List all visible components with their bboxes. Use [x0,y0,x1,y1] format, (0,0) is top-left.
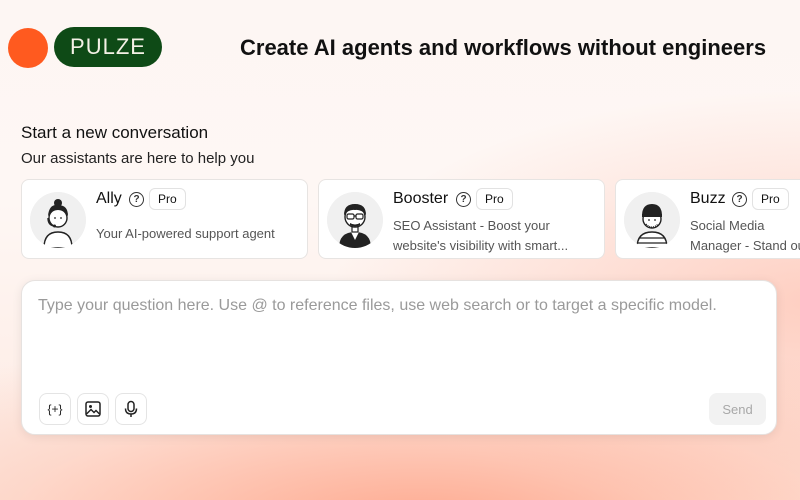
variable-icon: {+} [47,402,63,416]
send-button[interactable]: Send [709,393,766,425]
pro-badge: Pro [476,188,513,210]
assistant-name: Ally [96,190,122,207]
section-title: Start a new conversation [21,123,209,142]
assistant-description: SEO Assistant - Boost your website's vis… [393,218,569,253]
assistant-name: Booster [393,190,449,207]
image-icon [85,401,101,417]
assistant-card-booster[interactable]: Booster ? Pro SEO Assistant - Boost your… [318,179,605,259]
chat-input[interactable] [38,297,758,367]
microphone-icon [124,400,138,417]
assistant-description: Your AI-powered support agent [96,226,275,241]
assistant-description: Social Media Manager - Stand out with po… [690,218,800,253]
voice-input-button[interactable] [115,393,147,425]
pro-badge: Pro [149,188,186,210]
help-icon[interactable]: ? [732,192,747,207]
brand-logo[interactable]: PULZE [54,27,162,67]
assistant-card-ally[interactable]: Ally ? Pro Your AI-powered support agent [21,179,308,259]
assistant-cards: Ally ? Pro Your AI-powered support agent… [21,179,800,259]
assistant-name: Buzz [690,190,726,207]
brand-name: PULZE [70,34,146,59]
help-icon[interactable]: ? [456,192,471,207]
help-icon[interactable]: ? [129,192,144,207]
beanie-man-avatar [624,192,680,248]
brand-logo-circle [8,28,48,68]
image-upload-button[interactable] [77,393,109,425]
support-woman-avatar [30,192,86,248]
chat-composer: {+} Send [21,280,777,435]
glasses-man-avatar [327,192,383,248]
section-subtitle: Our assistants are here to help you [21,150,255,167]
assistant-card-buzz[interactable]: Buzz ? Pro Social Media Manager - Stand … [615,179,800,259]
page-headline: Create AI agents and workflows without e… [240,35,767,60]
variable-button[interactable]: {+} [39,393,71,425]
pro-badge: Pro [752,188,789,210]
